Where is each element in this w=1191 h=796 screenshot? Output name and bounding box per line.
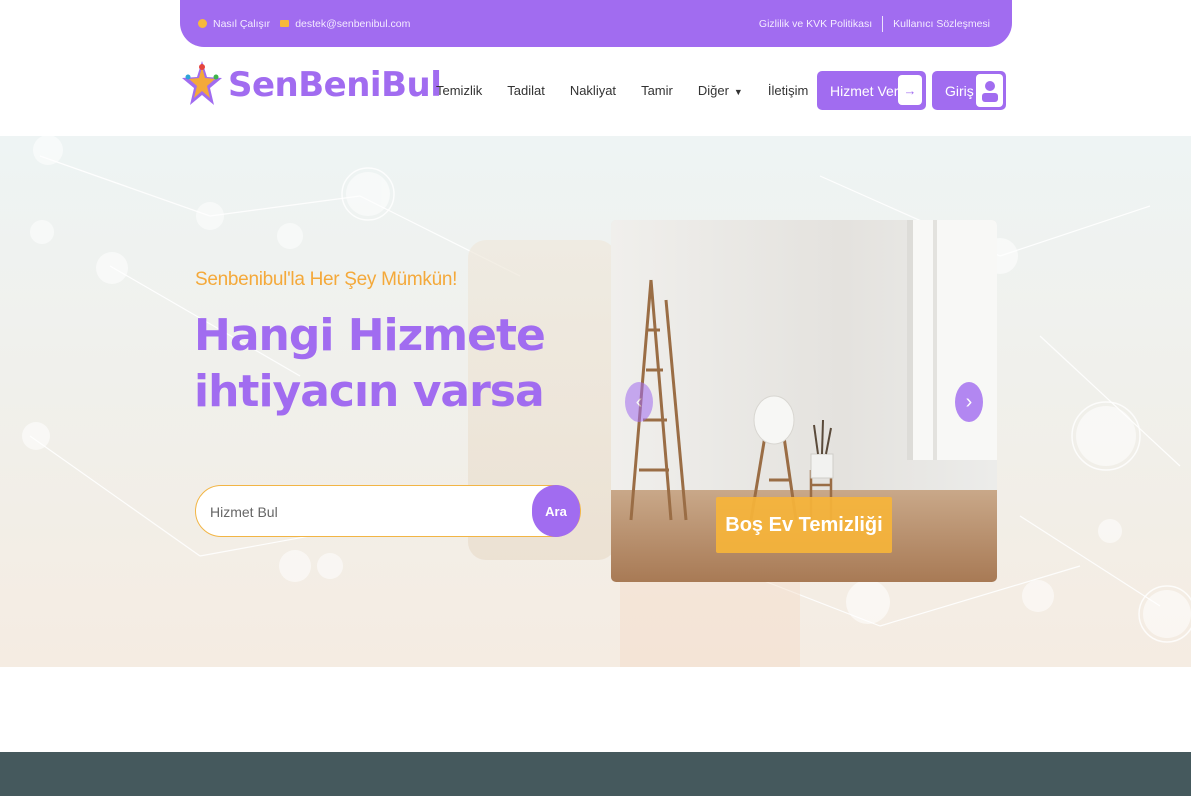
top-bar-right: Gizlilik ve KVK Politikası Kullanıcı Söz…	[759, 15, 990, 32]
divider	[882, 15, 884, 32]
hero-section: Senbenibul'la Her Şey Mümkün! Hangi Hizm…	[0, 136, 1191, 667]
hero-headline-line2: ihtiyacın varsa	[194, 366, 545, 417]
logo-star-icon	[182, 61, 222, 105]
nav-item-diger[interactable]: Diğer ▼	[698, 83, 743, 98]
footer-band	[0, 752, 1191, 796]
chevron-down-icon: ▼	[733, 87, 743, 97]
nav-item-nakliyat[interactable]: Nakliyat	[570, 83, 616, 98]
how-it-works-label: Nasıl Çalışır	[213, 17, 271, 30]
login-button[interactable]: Giriş	[932, 71, 1006, 110]
nav-item-diger-label: Diğer	[697, 83, 729, 98]
user-icon	[976, 74, 1003, 107]
email-label: destek@senbenibul.com	[295, 17, 411, 30]
carousel-prev-button[interactable]: ‹	[625, 382, 653, 422]
provide-service-label: Hizmet Ver	[830, 82, 899, 99]
search-input[interactable]	[210, 500, 510, 524]
privacy-link[interactable]: Gizlilik ve KVK Politikası	[759, 18, 872, 30]
terms-link[interactable]: Kullanıcı Sözleşmesi	[893, 18, 990, 30]
carousel-next-button[interactable]: ›	[955, 382, 983, 422]
nav-item-iletisim[interactable]: İletişim	[768, 83, 808, 98]
chevron-right-icon: ›	[965, 390, 973, 413]
header: SenBeniBul Temizlik Tadilat Nakliyat Tam…	[0, 47, 1191, 136]
carousel-caption[interactable]: Boş Ev Temizliği	[716, 497, 892, 553]
hero-headline-line1: Hangi Hizmete	[194, 310, 546, 361]
mail-icon	[280, 20, 290, 27]
info-icon	[198, 19, 207, 28]
hero-carousel: ‹ › Boş Ev Temizliği	[611, 220, 997, 582]
hero-headline: Hangi Hizmete ihtiyacın varsa	[194, 308, 546, 420]
search-button[interactable]: Ara	[532, 485, 580, 537]
provide-service-button[interactable]: Hizmet Ver →	[817, 71, 926, 110]
logo[interactable]: SenBeniBul	[182, 57, 442, 113]
email-link[interactable]: destek@senbenibul.com	[280, 18, 410, 30]
how-it-works-link[interactable]: Nasıl Çalışır	[198, 18, 270, 30]
hero-tagline: Senbenibul'la Her Şey Mümkün!	[195, 269, 458, 290]
service-search: Ara	[195, 485, 581, 537]
top-bar-left: Nasıl Çalışır destek@senbenibul.com	[198, 18, 410, 30]
nav-item-temizlik[interactable]: Temizlik	[436, 83, 482, 98]
nav-item-tadilat[interactable]: Tadilat	[507, 83, 545, 98]
main-nav: Temizlik Tadilat Nakliyat Tamir Diğer ▼ İ…	[436, 83, 808, 98]
logo-text: SenBeniBul	[228, 65, 442, 105]
nav-item-tamir[interactable]: Tamir	[641, 83, 673, 98]
login-label: Giriş	[945, 82, 974, 99]
arrow-right-icon: →	[898, 75, 922, 105]
top-bar: Nasıl Çalışır destek@senbenibul.com Gizl…	[180, 0, 1012, 47]
chevron-left-icon: ‹	[635, 390, 643, 413]
